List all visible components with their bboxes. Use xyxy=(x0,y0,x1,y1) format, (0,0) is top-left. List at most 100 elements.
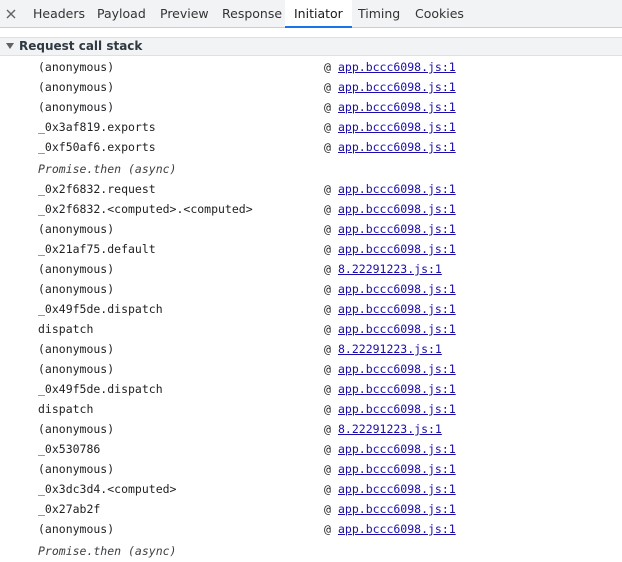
source-link[interactable]: 8.22291223.js:1 xyxy=(338,422,442,436)
source-link[interactable]: app.bccc6098.js:1 xyxy=(338,462,456,476)
stack-frame: (anonymous) @ app.bccc6098.js:1 xyxy=(0,220,622,240)
function-name: (anonymous) xyxy=(38,222,115,236)
request-call-stack-header[interactable]: Request call stack xyxy=(0,37,622,56)
stack-frame: _0x27ab2f @ app.bccc6098.js:1 xyxy=(0,500,622,520)
source-link[interactable]: app.bccc6098.js:1 xyxy=(338,100,456,114)
at-symbol: @ xyxy=(324,322,331,336)
stack-frame: dispatch @ app.bccc6098.js:1 xyxy=(0,320,622,340)
source-link[interactable]: 8.22291223.js:1 xyxy=(338,342,442,356)
source-link[interactable]: app.bccc6098.js:1 xyxy=(338,60,456,74)
source-link[interactable]: app.bccc6098.js:1 xyxy=(338,402,456,416)
at-symbol: @ xyxy=(324,120,331,134)
source-link[interactable]: app.bccc6098.js:1 xyxy=(338,120,456,134)
source-link[interactable]: app.bccc6098.js:1 xyxy=(338,362,456,376)
stack-frame: (anonymous) @8.22291223.js:1 xyxy=(0,340,622,360)
tab-response[interactable]: Response xyxy=(222,0,282,27)
stack-frame: (anonymous) @ app.bccc6098.js:1 xyxy=(0,360,622,380)
function-name: (anonymous) xyxy=(38,342,115,356)
at-symbol: @ xyxy=(324,80,331,94)
call-stack-list: (anonymous) @ app.bccc6098.js:1 (anonymous)… xyxy=(0,58,622,562)
function-name: _0x3dc3d4.<computed> xyxy=(38,482,177,496)
close-icon[interactable] xyxy=(0,0,22,27)
section-title: Request call stack xyxy=(19,39,143,53)
source-link[interactable]: app.bccc6098.js:1 xyxy=(338,382,456,396)
tab-timing[interactable]: Timing xyxy=(358,0,400,27)
source-link[interactable]: app.bccc6098.js:1 xyxy=(338,282,456,296)
at-symbol: @ xyxy=(324,182,331,196)
at-symbol: @ xyxy=(324,482,331,496)
stack-frame: (anonymous) @ app.bccc6098.js:1 xyxy=(0,98,622,118)
source-link[interactable]: app.bccc6098.js:1 xyxy=(338,302,456,316)
tab-cookies[interactable]: Cookies xyxy=(415,0,464,27)
at-symbol: @ xyxy=(324,462,331,476)
source-link[interactable]: app.bccc6098.js:1 xyxy=(338,242,456,256)
at-symbol: @ xyxy=(324,382,331,396)
tab-headers[interactable]: Headers xyxy=(33,0,85,27)
stack-frame: (anonymous) @ app.bccc6098.js:1 xyxy=(0,460,622,480)
function-name: (anonymous) xyxy=(38,100,115,114)
at-symbol: @ xyxy=(324,140,331,154)
tab-initiator[interactable]: Initiator xyxy=(285,0,352,28)
stack-frame: (anonymous) @ app.bccc6098.js:1 xyxy=(0,78,622,98)
at-symbol: @ xyxy=(324,302,331,316)
stack-frame: (anonymous) @ app.bccc6098.js:1 xyxy=(0,58,622,78)
function-name: (anonymous) xyxy=(38,522,115,536)
function-name: _0x2f6832.<computed>.<computed> xyxy=(38,202,253,216)
stack-frame: _0x2f6832.<computed>.<computed> @ app.bccc… xyxy=(0,200,622,220)
source-link[interactable]: app.bccc6098.js:1 xyxy=(338,322,456,336)
at-symbol: @ xyxy=(324,222,331,236)
function-name: _0x2f6832.request xyxy=(38,182,156,196)
stack-frame: _0x3af819.exports @ app.bccc6098.js:1 xyxy=(0,118,622,138)
at-symbol: @ xyxy=(324,402,331,416)
stack-frame: _0x21af75.default @ app.bccc6098.js:1 xyxy=(0,240,622,260)
source-link[interactable]: app.bccc6098.js:1 xyxy=(338,202,456,216)
at-symbol: @ xyxy=(324,362,331,376)
function-name: (anonymous) xyxy=(38,362,115,376)
triangle-down-icon xyxy=(6,43,14,49)
at-symbol: @ xyxy=(324,442,331,456)
source-link[interactable]: 8.22291223.js:1 xyxy=(338,262,442,276)
function-name: _0x530786 xyxy=(38,442,101,456)
function-name: Promise.then (async) xyxy=(38,544,177,558)
at-symbol: @ xyxy=(324,342,331,356)
stack-frame: _0xf50af6.exports @ app.bccc6098.js:1 xyxy=(0,138,622,158)
tab-bar: Headers Payload Preview Response Initiat… xyxy=(0,0,622,28)
source-link[interactable]: app.bccc6098.js:1 xyxy=(338,222,456,236)
at-symbol: @ xyxy=(324,262,331,276)
stack-frame: (anonymous) @ app.bccc6098.js:1 xyxy=(0,520,622,540)
tab-preview[interactable]: Preview xyxy=(160,0,209,27)
stack-frame: dispatch @ app.bccc6098.js:1 xyxy=(0,400,622,420)
at-symbol: @ xyxy=(324,422,331,436)
function-name: (anonymous) xyxy=(38,282,115,296)
source-link[interactable]: app.bccc6098.js:1 xyxy=(338,80,456,94)
function-name: _0x27ab2f xyxy=(38,502,101,516)
function-name: (anonymous) xyxy=(38,262,115,276)
source-link[interactable]: app.bccc6098.js:1 xyxy=(338,442,456,456)
async-separator: Promise.then (async) xyxy=(0,158,622,180)
source-link[interactable]: app.bccc6098.js:1 xyxy=(338,502,456,516)
function-name: dispatch xyxy=(38,322,94,336)
at-symbol: @ xyxy=(324,100,331,114)
function-name: _0xf50af6.exports xyxy=(38,140,156,154)
stack-frame: _0x49f5de.dispatch @ app.bccc6098.js:1 xyxy=(0,300,622,320)
stack-frame: _0x49f5de.dispatch @ app.bccc6098.js:1 xyxy=(0,380,622,400)
stack-frame: _0x2f6832.request @ app.bccc6098.js:1 xyxy=(0,180,622,200)
at-symbol: @ xyxy=(324,242,331,256)
source-link[interactable]: app.bccc6098.js:1 xyxy=(338,522,456,536)
at-symbol: @ xyxy=(324,522,331,536)
async-separator: Promise.then (async) xyxy=(0,540,622,562)
source-link[interactable]: app.bccc6098.js:1 xyxy=(338,182,456,196)
stack-frame: (anonymous) @ app.bccc6098.js:1 xyxy=(0,280,622,300)
function-name: (anonymous) xyxy=(38,422,115,436)
function-name: (anonymous) xyxy=(38,60,115,74)
at-symbol: @ xyxy=(324,502,331,516)
tab-payload[interactable]: Payload xyxy=(97,0,146,27)
source-link[interactable]: app.bccc6098.js:1 xyxy=(338,140,456,154)
at-symbol: @ xyxy=(324,202,331,216)
function-name: _0x49f5de.dispatch xyxy=(38,382,163,396)
function-name: (anonymous) xyxy=(38,462,115,476)
stack-frame: (anonymous) @8.22291223.js:1 xyxy=(0,420,622,440)
at-symbol: @ xyxy=(324,60,331,74)
function-name: (anonymous) xyxy=(38,80,115,94)
source-link[interactable]: app.bccc6098.js:1 xyxy=(338,482,456,496)
